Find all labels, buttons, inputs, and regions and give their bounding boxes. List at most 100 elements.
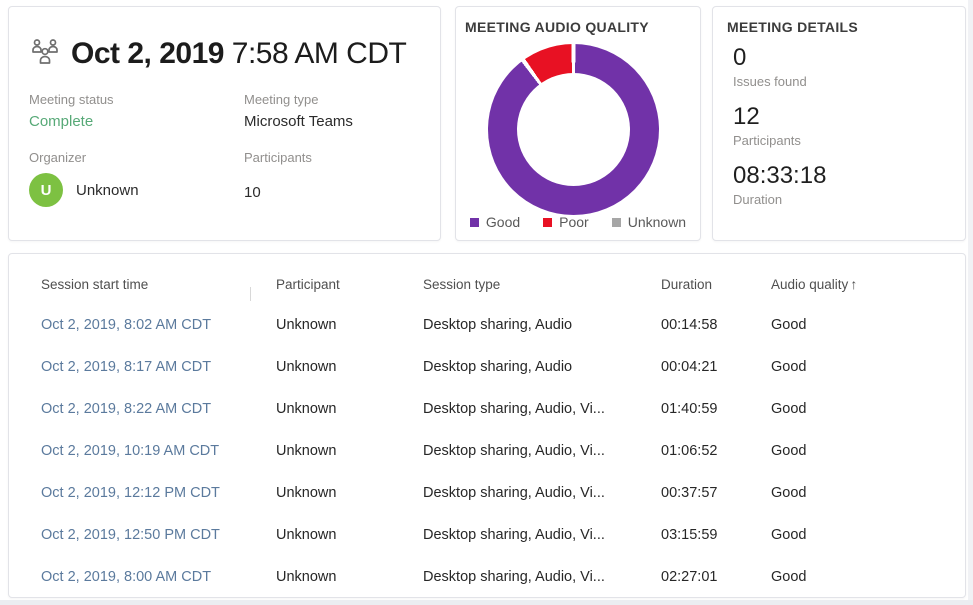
session-start-time-link[interactable]: Oct 2, 2019, 12:12 PM CDT [41,485,276,501]
legend-label: Unknown [628,214,686,230]
table-row: Oct 2, 2019, 8:22 AM CDTUnknownDesktop s… [9,388,965,430]
legend-swatch [470,218,479,227]
organizer-label: Organizer [29,150,244,165]
audio-quality-cell: Good [771,359,965,375]
session-start-time-link[interactable]: Oct 2, 2019, 8:00 AM CDT [41,569,276,585]
meeting-date: Oct 2, 2019 [71,37,224,70]
sessions-table-card: Session start time Participant Session t… [8,253,966,598]
table-row: Oct 2, 2019, 8:02 AM CDTUnknownDesktop s… [9,304,965,346]
participant-cell: Unknown [276,485,423,501]
issues-found-label: Issues found [733,74,826,89]
legend-label: Good [486,214,520,230]
participant-cell: Unknown [276,317,423,333]
session-start-time-link[interactable]: Oct 2, 2019, 8:22 AM CDT [41,401,276,417]
legend-swatch [612,218,621,227]
meeting-details-card: MEETING DETAILS 0 Issues found 12 Partic… [712,6,966,241]
table-row: Oct 2, 2019, 8:00 AM CDTUnknownDesktop s… [9,556,965,598]
legend-item-poor[interactable]: Poor [543,214,589,230]
participant-cell: Unknown [276,443,423,459]
audio-quality-cell: Good [771,401,965,417]
meeting-details-stats: 0 Issues found 12 Participants 08:33:18 … [733,43,826,220]
sort-ascending-icon: ↑ [850,276,857,292]
call-analytics-page: Oct 2, 2019 7:58 AM CDT Meeting status C… [0,0,973,605]
duration-cell: 00:04:21 [661,359,771,375]
duration-cell: 00:37:57 [661,485,771,501]
session-start-time-link[interactable]: Oct 2, 2019, 10:19 AM CDT [41,443,276,459]
audio-quality-cell: Good [771,527,965,543]
meeting-title-row: Oct 2, 2019 7:58 AM CDT [29,35,440,72]
table-row: Oct 2, 2019, 8:17 AM CDTUnknownDesktop s… [9,346,965,388]
meeting-status-label: Meeting status [29,92,244,107]
stat-duration: 08:33:18 Duration [733,161,826,207]
meeting-fields: Meeting status Complete Meeting type Mic… [29,92,440,207]
session-type-cell: Desktop sharing, Audio, Vi... [423,569,661,585]
meeting-type-value: Microsoft Teams [244,113,440,130]
column-header-session-start-time[interactable]: Session start time [41,277,276,292]
meeting-title: Oct 2, 2019 7:58 AM CDT [71,37,406,71]
audio-quality-cell: Good [771,569,965,585]
session-type-cell: Desktop sharing, Audio, Vi... [423,485,661,501]
stat-participants: 12 Participants [733,102,826,148]
participant-cell: Unknown [276,401,423,417]
session-type-cell: Desktop sharing, Audio [423,359,661,375]
meeting-time: 7:58 AM CDT [224,37,406,70]
audio-quality-card: MEETING AUDIO QUALITY Good Poor Unknown [455,6,701,241]
participant-cell: Unknown [276,527,423,543]
organizer-row: U Unknown [29,173,244,207]
duration-cell: 02:27:01 [661,569,771,585]
stat-issues-found: 0 Issues found [733,43,826,89]
duration-cell: 01:40:59 [661,401,771,417]
duration-cell: 00:14:58 [661,317,771,333]
participants-count-value: 12 [733,102,826,132]
session-start-time-link[interactable]: Oct 2, 2019, 8:02 AM CDT [41,317,276,333]
meeting-participants-icon [29,35,61,72]
column-divider-tick [250,287,251,301]
meeting-summary-card: Oct 2, 2019 7:58 AM CDT Meeting status C… [8,6,441,241]
column-header-participant[interactable]: Participant [276,277,423,292]
donut-hole [517,73,630,186]
duration-label: Duration [733,192,826,207]
audio-quality-donut-chart [488,44,659,215]
table-row: Oct 2, 2019, 12:12 PM CDTUnknownDesktop … [9,472,965,514]
participant-cell: Unknown [276,359,423,375]
duration-cell: 03:15:59 [661,527,771,543]
session-type-cell: Desktop sharing, Audio, Vi... [423,401,661,417]
organizer-avatar: U [29,173,63,207]
meeting-details-card-title: MEETING DETAILS [727,19,858,35]
chart-legend: Good Poor Unknown [456,214,700,230]
audio-quality-header-label: Audio quality [771,277,848,292]
column-header-session-type[interactable]: Session type [423,277,661,292]
vertical-scrollbar[interactable] [968,0,973,605]
participant-cell: Unknown [276,569,423,585]
session-start-time-link[interactable]: Oct 2, 2019, 12:50 PM CDT [41,527,276,543]
duration-value: 08:33:18 [733,161,826,191]
horizontal-scrollbar[interactable] [0,600,973,605]
audio-quality-cell: Good [771,317,965,333]
session-type-cell: Desktop sharing, Audio [423,317,661,333]
meeting-status-value: Complete [29,113,244,130]
audio-quality-card-title: MEETING AUDIO QUALITY [465,19,649,35]
session-table-header: Session start time Participant Session t… [9,254,965,298]
audio-quality-cell: Good [771,443,965,459]
participants-value: 10 [244,184,440,201]
column-header-duration[interactable]: Duration [661,277,771,292]
field-organizer: Organizer U Unknown [29,150,244,207]
participants-label: Participants [244,150,440,165]
session-type-cell: Desktop sharing, Audio, Vi... [423,443,661,459]
session-table-body: Oct 2, 2019, 8:02 AM CDTUnknownDesktop s… [9,304,965,598]
session-start-time-link[interactable]: Oct 2, 2019, 8:17 AM CDT [41,359,276,375]
table-row: Oct 2, 2019, 12:50 PM CDTUnknownDesktop … [9,514,965,556]
legend-label: Poor [559,214,589,230]
field-participants: Participants 10 [244,150,440,207]
session-type-cell: Desktop sharing, Audio, Vi... [423,527,661,543]
legend-swatch [543,218,552,227]
legend-item-unknown[interactable]: Unknown [612,214,686,230]
field-meeting-status: Meeting status Complete [29,92,244,130]
organizer-name: Unknown [76,182,139,199]
meeting-type-label: Meeting type [244,92,440,107]
legend-item-good[interactable]: Good [470,214,520,230]
participants-count-label: Participants [733,133,826,148]
audio-quality-cell: Good [771,485,965,501]
table-row: Oct 2, 2019, 10:19 AM CDTUnknownDesktop … [9,430,965,472]
column-header-audio-quality[interactable]: Audio quality ↑ [771,276,965,292]
